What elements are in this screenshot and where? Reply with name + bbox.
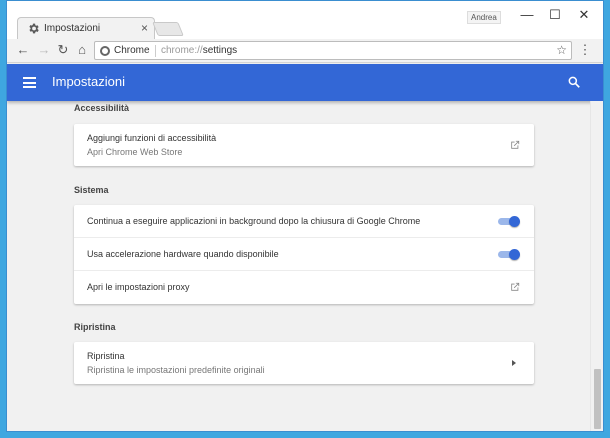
row-sublabel: Ripristina le impostazioni predefinite o… xyxy=(87,365,265,375)
chrome-site-icon xyxy=(100,46,110,56)
tab-close-icon[interactable]: × xyxy=(141,21,148,35)
url-text[interactable]: chrome://settings xyxy=(161,45,237,56)
open-external-icon[interactable] xyxy=(510,140,520,150)
maximize-button[interactable]: ☐ xyxy=(541,6,569,24)
reset-settings-row[interactable]: Ripristina Ripristina le impostazioni pr… xyxy=(74,342,534,384)
background-apps-toggle[interactable] xyxy=(498,216,520,227)
row-label: Apri le impostazioni proxy xyxy=(87,282,190,292)
close-window-button[interactable]: ✕ xyxy=(570,6,598,24)
row-label: Usa accelerazione hardware quando dispon… xyxy=(87,249,279,259)
section-title-reset: Ripristina xyxy=(74,322,116,332)
background-apps-row[interactable]: Continua a eseguire applicazioni in back… xyxy=(74,205,534,238)
profile-button[interactable]: Andrea xyxy=(467,11,501,24)
accessibility-card: Aggiungi funzioni di accessibilità Apri … xyxy=(74,124,534,166)
chevron-right-icon xyxy=(512,360,516,366)
address-bar[interactable]: Chrome chrome://settings ☆ xyxy=(94,41,572,60)
page-scrollbar[interactable] xyxy=(590,101,603,431)
hardware-acceleration-row[interactable]: Usa accelerazione hardware quando dispon… xyxy=(74,238,534,271)
row-label: Ripristina xyxy=(87,351,125,361)
accessibility-store-row[interactable]: Aggiungi funzioni di accessibilità Apri … xyxy=(74,124,534,166)
tab-strip: Impostazioni × Andrea — ☐ ✕ xyxy=(7,1,603,39)
chrome-menu-button[interactable]: ⋮ xyxy=(577,42,593,58)
tab-settings[interactable]: Impostazioni × xyxy=(17,17,155,39)
reset-card: Ripristina Ripristina le impostazioni pr… xyxy=(74,342,534,384)
proxy-settings-row[interactable]: Apri le impostazioni proxy xyxy=(74,271,534,304)
hardware-acceleration-toggle[interactable] xyxy=(498,249,520,260)
toggle-knob xyxy=(509,249,520,260)
settings-header: Impostazioni xyxy=(7,64,603,101)
row-label: Continua a eseguire applicazioni in back… xyxy=(87,216,421,226)
menu-icon[interactable] xyxy=(23,77,36,88)
toggle-knob xyxy=(509,216,520,227)
minimize-button[interactable]: — xyxy=(513,6,541,24)
section-title-system: Sistema xyxy=(74,185,109,195)
back-button[interactable]: ← xyxy=(15,42,31,58)
new-tab-button[interactable] xyxy=(152,22,184,36)
row-sublabel: Apri Chrome Web Store xyxy=(87,147,183,157)
url-scheme: chrome:// xyxy=(161,45,203,56)
forward-button[interactable]: → xyxy=(36,42,52,58)
bookmark-star-icon[interactable]: ☆ xyxy=(556,43,567,57)
system-card: Continua a eseguire applicazioni in back… xyxy=(74,205,534,304)
settings-content: Accessibilità Aggiungi funzioni di acces… xyxy=(7,101,591,431)
browser-toolbar: ← → ↻ ⌂ Chrome chrome://settings ☆ ⋮ xyxy=(7,39,603,63)
browser-window: Impostazioni × Andrea — ☐ ✕ ← → ↻ ⌂ Chro… xyxy=(6,0,604,432)
tab-title: Impostazioni xyxy=(44,23,101,34)
home-button[interactable]: ⌂ xyxy=(74,42,90,58)
reload-button[interactable]: ↻ xyxy=(55,42,71,58)
section-title-accessibility: Accessibilità xyxy=(74,103,130,113)
gear-icon xyxy=(29,23,39,34)
omnibox-separator xyxy=(155,45,156,57)
row-label: Aggiungi funzioni di accessibilità xyxy=(87,133,217,143)
site-name: Chrome xyxy=(114,45,150,56)
open-external-icon[interactable] xyxy=(510,282,520,292)
url-path: settings xyxy=(202,45,238,56)
scrollbar-thumb[interactable] xyxy=(594,369,601,429)
page-title: Impostazioni xyxy=(52,74,125,89)
search-icon[interactable] xyxy=(567,75,581,89)
